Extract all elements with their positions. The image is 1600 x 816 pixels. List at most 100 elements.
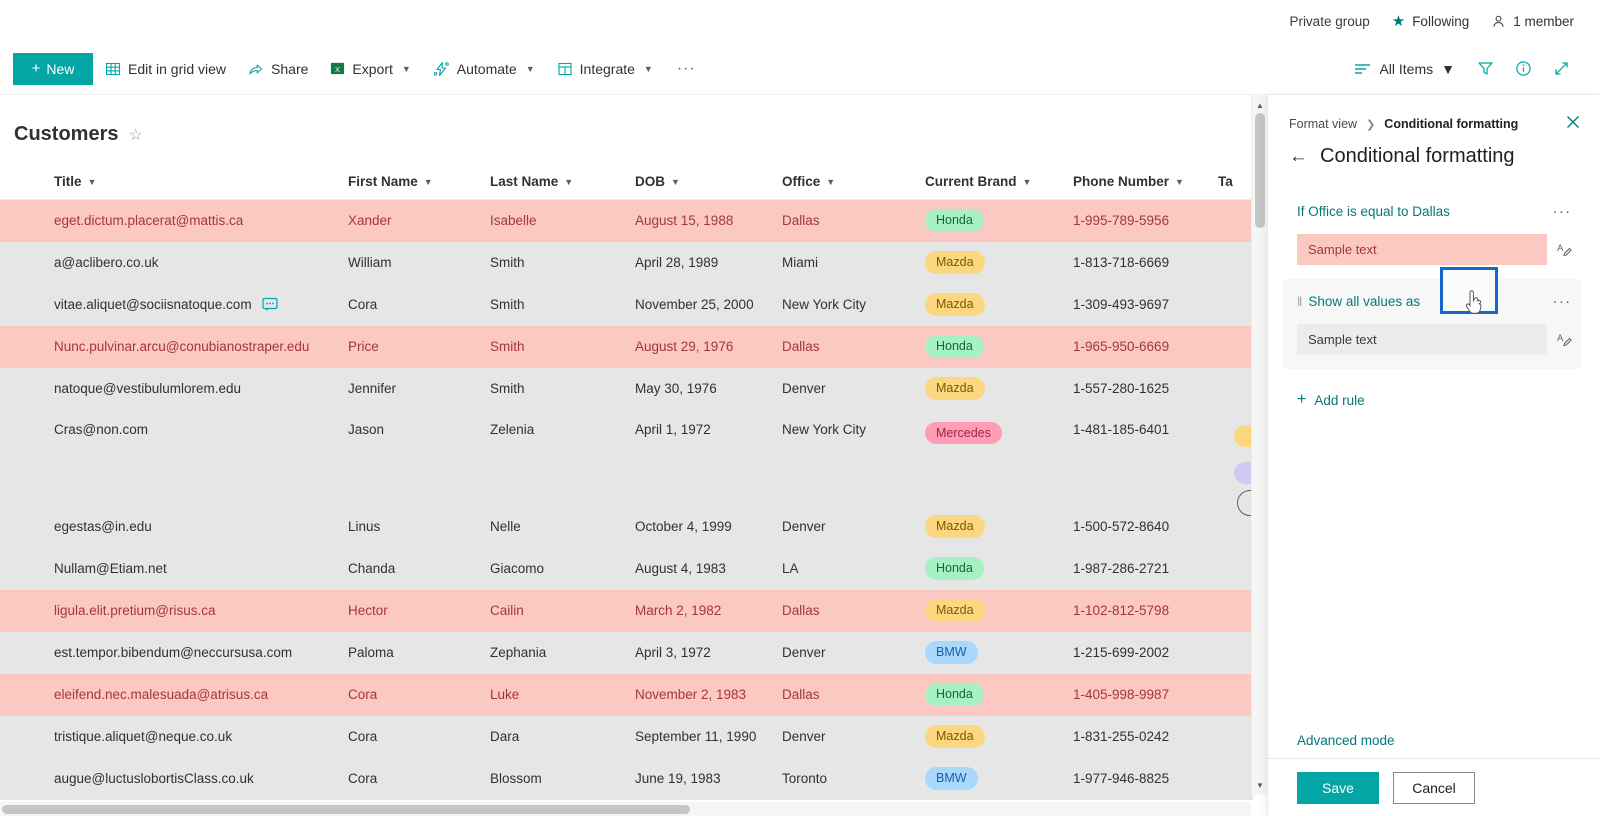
cell-first-name[interactable]: Jason	[348, 409, 490, 506]
column-header-title[interactable]: Title ▼	[0, 166, 348, 200]
cell-office[interactable]: Dallas	[782, 325, 925, 368]
star-outline-icon[interactable]: ☆	[128, 125, 142, 145]
cell-last-name[interactable]: Zephania	[490, 631, 635, 674]
drag-handle-icon[interactable]: ‖	[1297, 295, 1302, 308]
cell-first-name[interactable]: Linus	[348, 505, 490, 548]
rule-2-style-button[interactable]: A	[1547, 324, 1581, 355]
cell-current-brand[interactable]: BMW	[925, 631, 1073, 674]
column-header-current-brand[interactable]: Current Brand ▼	[925, 166, 1073, 200]
cell-last-name[interactable]: Isabelle	[490, 199, 635, 242]
cell-title[interactable]: vitae.aliquet@sociisnatoque.com	[0, 283, 348, 326]
cell-dob[interactable]: August 29, 1976	[635, 325, 782, 368]
breadcrumb-format-view[interactable]: Format view	[1289, 117, 1357, 131]
cell-tags[interactable]	[1218, 325, 1253, 368]
cell-last-name[interactable]: Cailin	[490, 589, 635, 632]
edit-in-grid-view-button[interactable]: Edit in grid view	[95, 50, 236, 88]
cell-first-name[interactable]: Paloma	[348, 631, 490, 674]
cell-current-brand[interactable]: Mazda	[925, 241, 1073, 284]
view-selector-button[interactable]: All Items ▼	[1345, 51, 1464, 87]
table-row[interactable]: augue@luctuslobortisClass.co.uk Cora Bloss…	[0, 757, 1253, 800]
cell-first-name[interactable]: Jennifer	[348, 367, 490, 410]
table-row[interactable]: eget.dictum.placerat@mattis.ca Xander Isab…	[0, 199, 1253, 242]
cell-first-name[interactable]: William	[348, 241, 490, 284]
cell-title[interactable]: Nunc.pulvinar.arcu@conubianostraper.edu	[0, 325, 348, 368]
cell-office[interactable]: Toronto	[782, 757, 925, 800]
cell-title[interactable]: Nullam@Etiam.net	[0, 547, 348, 590]
scroll-down-arrow-icon[interactable]: ▼	[1252, 777, 1268, 793]
command-overflow-button[interactable]: ···	[665, 60, 708, 78]
cell-office[interactable]: LA	[782, 547, 925, 590]
cell-office[interactable]: New York City	[782, 283, 925, 326]
cell-title[interactable]: Cras@non.com	[0, 409, 348, 506]
rule-1-condition-label[interactable]: If Office is equal to Dallas	[1297, 204, 1450, 219]
cell-office[interactable]: Denver	[782, 367, 925, 410]
cell-first-name[interactable]: Chanda	[348, 547, 490, 590]
integrate-button[interactable]: Integrate ▼	[547, 50, 663, 88]
cell-tags[interactable]	[1218, 283, 1253, 326]
table-row[interactable]: vitae.aliquet@sociisnatoque.com Cora Smith…	[0, 283, 1253, 326]
cell-phone-number[interactable]: 1-813-718-6669	[1073, 241, 1218, 284]
following-button[interactable]: ★ Following	[1392, 14, 1469, 29]
cell-last-name[interactable]: Smith	[490, 325, 635, 368]
comment-icon[interactable]	[261, 297, 278, 312]
cell-last-name[interactable]: Dara	[490, 715, 635, 758]
cell-dob[interactable]: April 1, 1972	[635, 409, 782, 506]
cell-office[interactable]: Denver	[782, 715, 925, 758]
horizontal-scroll-thumb[interactable]	[2, 805, 690, 814]
cell-dob[interactable]: May 30, 1976	[635, 367, 782, 410]
cell-current-brand[interactable]: Honda	[925, 325, 1073, 368]
table-row[interactable]: natoque@vestibulumlorem.edu Jennifer Smith…	[0, 367, 1253, 410]
info-button[interactable]	[1506, 52, 1540, 86]
rule-2-more-button[interactable]: ···	[1547, 288, 1577, 314]
cell-first-name[interactable]: Cora	[348, 757, 490, 800]
cell-tags[interactable]	[1218, 547, 1253, 590]
cell-phone-number[interactable]: 1-500-572-8640	[1073, 505, 1218, 548]
cell-tags[interactable]	[1218, 715, 1253, 758]
cell-dob[interactable]: August 15, 1988	[635, 199, 782, 242]
table-row[interactable]: Cras@non.com Jason Zelenia April 1, 1972 New…	[0, 409, 1253, 506]
cell-office[interactable]: Denver	[782, 505, 925, 548]
list-horizontal-scrollbar[interactable]	[0, 802, 1251, 816]
cell-dob[interactable]: August 4, 1983	[635, 547, 782, 590]
rule-2-condition-label[interactable]: Show all values as	[1308, 294, 1420, 309]
vertical-scroll-thumb[interactable]	[1255, 113, 1265, 228]
cell-last-name[interactable]: Luke	[490, 673, 635, 716]
new-button[interactable]: + New	[13, 52, 93, 85]
cell-dob[interactable]: March 2, 1982	[635, 589, 782, 632]
cell-dob[interactable]: April 28, 1989	[635, 241, 782, 284]
table-row[interactable]: Nullam@Etiam.net Chanda Giacomo August 4, 1…	[0, 547, 1253, 590]
rule-1-more-button[interactable]: ···	[1547, 198, 1577, 224]
cancel-button[interactable]: Cancel	[1393, 771, 1475, 804]
filter-button[interactable]	[1468, 52, 1502, 86]
cell-phone-number[interactable]: 1-557-280-1625	[1073, 367, 1218, 410]
cell-title[interactable]: augue@luctuslobortisClass.co.uk	[0, 757, 348, 800]
column-header-office[interactable]: Office ▼	[782, 166, 925, 200]
cell-phone-number[interactable]: 1-481-185-6401	[1073, 409, 1218, 506]
cell-last-name[interactable]: Blossom	[490, 757, 635, 800]
cell-office[interactable]: Dallas	[782, 673, 925, 716]
cell-phone-number[interactable]: 1-102-812-5798	[1073, 589, 1218, 632]
table-row[interactable]: egestas@in.edu Linus Nelle October 4, 1999 D…	[0, 505, 1253, 548]
table-row[interactable]: Nunc.pulvinar.arcu@conubianostraper.edu P…	[0, 325, 1253, 368]
cell-dob[interactable]: October 4, 1999	[635, 505, 782, 548]
automate-button[interactable]: Automate ▼	[423, 50, 545, 88]
cell-title[interactable]: eleifend.nec.malesuada@atrisus.ca	[0, 673, 348, 716]
cell-last-name[interactable]: Nelle	[490, 505, 635, 548]
column-header-phone-number[interactable]: Phone Number ▼	[1073, 166, 1218, 200]
cell-office[interactable]: Dallas	[782, 589, 925, 632]
cell-current-brand[interactable]: Honda	[925, 547, 1073, 590]
back-arrow-icon[interactable]: ←	[1289, 147, 1308, 166]
cell-tags[interactable]	[1218, 757, 1253, 800]
cell-first-name[interactable]: Cora	[348, 283, 490, 326]
cell-phone-number[interactable]: 1-965-950-6669	[1073, 325, 1218, 368]
cell-first-name[interactable]: Xander	[348, 199, 490, 242]
table-row[interactable]: a@aclibero.co.uk William Smith April 28, 19…	[0, 241, 1253, 284]
cell-dob[interactable]: November 2, 1983	[635, 673, 782, 716]
column-header-first-name[interactable]: First Name ▼	[348, 166, 490, 200]
cell-phone-number[interactable]: 1-215-699-2002	[1073, 631, 1218, 674]
cell-first-name[interactable]: Price	[348, 325, 490, 368]
cell-current-brand[interactable]: Mazda	[925, 715, 1073, 758]
share-button[interactable]: Share	[238, 50, 318, 88]
cell-dob[interactable]: April 3, 1972	[635, 631, 782, 674]
advanced-mode-link[interactable]: Advanced mode	[1297, 733, 1395, 748]
